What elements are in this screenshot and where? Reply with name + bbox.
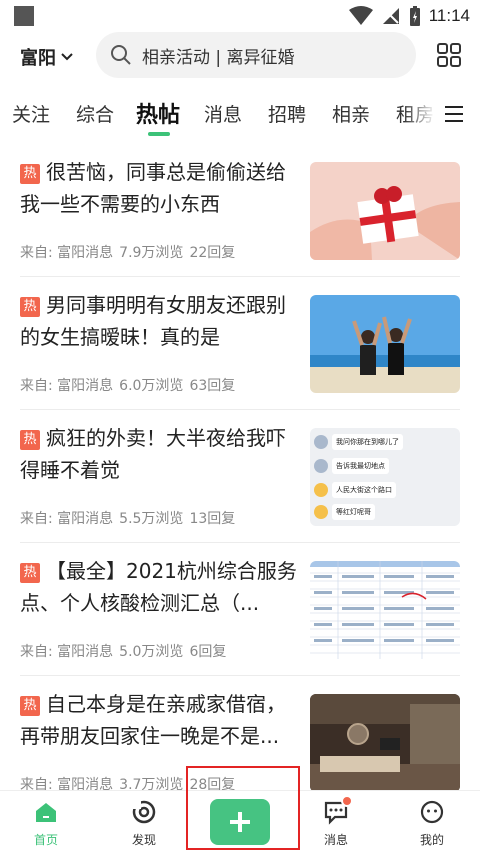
divider (20, 675, 460, 676)
unread-dot (341, 795, 353, 807)
avatar (314, 505, 328, 519)
signal-icon (382, 8, 399, 24)
post-meta: 来自: 富阳消息 5.5万浏览 13回复 (20, 508, 241, 528)
search-icon (111, 45, 131, 65)
search-placeholder: 相亲活动 | 离异征婚 (142, 47, 295, 68)
post-views: 5.5万浏览 (119, 511, 184, 527)
city-label: 富阳 (20, 48, 56, 69)
post-title-text: 男同事明明有女朋友还跟别的女生搞暧昧！真的是 (20, 293, 286, 349)
post-thumbnail (310, 295, 460, 393)
chat-bubble: 我问你那在到哪儿了 (314, 434, 403, 450)
home-icon (36, 803, 56, 822)
feed-item[interactable]: 热【最全】2021杭州综合服务点、个人核酸检测汇总（... 来自: 富阳消息 5.… (20, 547, 460, 677)
post-title: 热男同事明明有女朋友还跟别的女生搞暧昧！真的是 (20, 289, 302, 353)
post-source: 来自: 富阳消息 (20, 644, 114, 660)
divider (20, 542, 460, 543)
post-title-text: 很苦恼，同事总是偷偷送给我一些不需要的小东西 (20, 160, 286, 216)
post-thumbnail: 我问你那在到哪儿了 告诉我最切地点 人民大街这个路口 等红灯呢哥 (310, 428, 460, 526)
post-source: 来自: 富阳消息 (20, 378, 114, 394)
nav-home-label: 首页 (33, 833, 58, 847)
post-views: 6.0万浏览 (119, 378, 184, 394)
post-title-text: 【最全】2021杭州综合服务点、个人核酸检测汇总（... (20, 559, 297, 615)
chat-line: 人民大街这个路口 (332, 482, 396, 498)
chat-line: 告诉我最切地点 (332, 458, 389, 474)
post-meta: 来自: 富阳消息 6.0万浏览 63回复 (20, 375, 241, 395)
hot-badge: 热 (20, 430, 40, 450)
tab-jobs[interactable]: 招聘 (268, 100, 306, 127)
nav-mine-label: 我的 (419, 833, 444, 847)
hot-badge: 热 (20, 563, 40, 583)
avatar (314, 435, 328, 449)
clock: 11:14 (428, 6, 470, 25)
post-source: 来自: 富阳消息 (20, 511, 114, 527)
nav-home[interactable]: 首页 (16, 799, 76, 848)
divider (20, 409, 460, 410)
apps-grid-icon[interactable] (436, 42, 462, 68)
hot-badge: 热 (20, 696, 40, 716)
post-title: 热很苦恼，同事总是偷偷送给我一些不需要的小东西 (20, 156, 302, 220)
tab-general[interactable]: 综合 (76, 100, 114, 127)
tab-hot-posts[interactable]: 热帖 (136, 97, 180, 129)
post-title: 热【最全】2021杭州综合服务点、个人核酸检测汇总（... (20, 555, 302, 619)
category-tabs: 关注 综合 热帖 消息 招聘 相亲 租房 (0, 92, 480, 140)
nav-discover[interactable]: 发现 (114, 799, 174, 848)
divider (20, 276, 460, 277)
avatar (314, 459, 328, 473)
chat-bubble: 告诉我最切地点 (314, 458, 389, 474)
post-title: 热自己本身是在亲戚家借宿，再带朋友回家住一晚是不是... (20, 688, 302, 752)
post-replies: 22回复 (189, 245, 236, 261)
avatar (314, 483, 328, 497)
battery-icon (409, 6, 420, 26)
post-thumbnail (310, 561, 460, 659)
post-replies: 13回复 (189, 511, 236, 527)
search-bar[interactable]: 相亲活动 | 离异征婚 (96, 32, 416, 78)
notification-icon (14, 6, 34, 26)
hot-badge: 热 (20, 164, 40, 184)
feed-item[interactable]: 热很苦恼，同事总是偷偷送给我一些不需要的小东西 来自: 富阳消息 7.9万浏览 22… (20, 148, 460, 278)
chat-line: 等红灯呢哥 (332, 504, 375, 520)
post-title-text: 疯狂的外卖！大半夜给我吓得睡不着觉 (20, 426, 286, 482)
post-title-text: 自己本身是在亲戚家借宿，再带朋友回家住一晚是不是... (20, 692, 286, 748)
post-replies: 63回复 (189, 378, 236, 394)
post-replies: 6回复 (189, 644, 227, 660)
post-thumbnail (310, 694, 460, 792)
wifi-icon (348, 6, 373, 25)
highlight-box (186, 766, 300, 850)
chat-bubble: 人民大街这个路口 (314, 482, 396, 498)
post-views: 5.0万浏览 (119, 644, 184, 660)
city-selector[interactable]: 富阳 (20, 44, 74, 70)
tab-dating[interactable]: 相亲 (332, 100, 370, 127)
nav-messages-label: 消息 (323, 833, 348, 847)
top-header: 富阳 相亲活动 | 离异征婚 (0, 32, 480, 80)
chat-line: 我问你那在到哪儿了 (332, 434, 403, 450)
hot-badge: 热 (20, 297, 40, 317)
active-tab-indicator (148, 132, 170, 136)
feed-item[interactable]: 热男同事明明有女朋友还跟别的女生搞暧昧！真的是 来自: 富阳消息 6.0万浏览 63… (20, 281, 460, 411)
profile-icon (420, 800, 444, 824)
menu-icon[interactable] (444, 104, 464, 124)
post-meta: 来自: 富阳消息 5.0万浏览 6回复 (20, 641, 232, 661)
discover-icon (132, 800, 156, 824)
chat-bubble: 等红灯呢哥 (314, 504, 375, 520)
feed-item[interactable]: 热疯狂的外卖！大半夜给我吓得睡不着觉 来自: 富阳消息 5.5万浏览 13回复 我问… (20, 414, 460, 544)
tab-news[interactable]: 消息 (204, 100, 242, 127)
nav-mine[interactable]: 我的 (402, 799, 462, 848)
chevron-down-icon (61, 53, 73, 61)
post-meta: 来自: 富阳消息 7.9万浏览 22回复 (20, 242, 241, 262)
tab-follow[interactable]: 关注 (12, 100, 50, 127)
nav-discover-label: 发现 (131, 833, 156, 847)
post-source: 来自: 富阳消息 (20, 245, 114, 261)
nav-messages[interactable]: 消息 (306, 795, 366, 848)
post-title: 热疯狂的外卖！大半夜给我吓得睡不着觉 (20, 422, 302, 486)
tab-fade (404, 92, 436, 140)
status-bar: 11:14 (0, 0, 480, 32)
post-views: 7.9万浏览 (119, 245, 184, 261)
post-thumbnail (310, 162, 460, 260)
